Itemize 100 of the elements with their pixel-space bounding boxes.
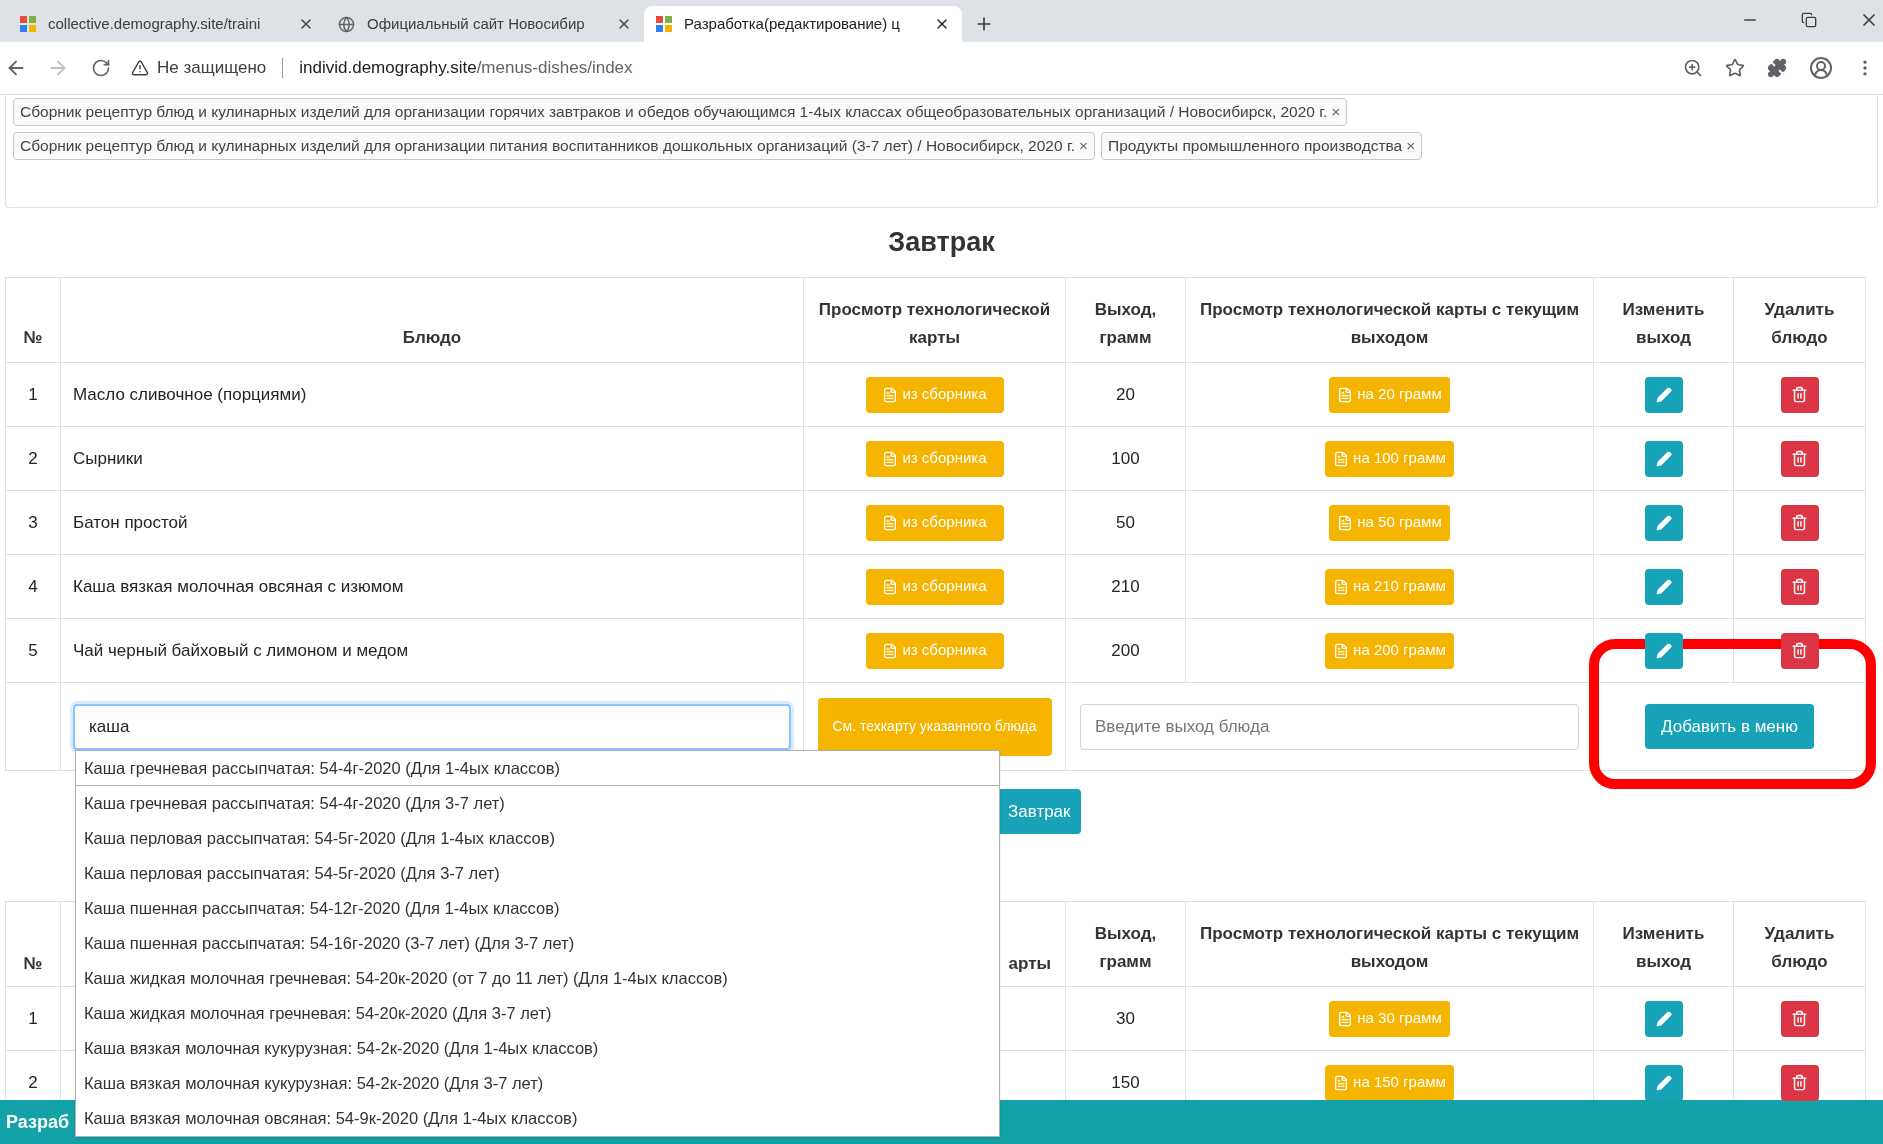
row-number: 5 xyxy=(5,618,61,683)
pencil-icon xyxy=(1655,386,1672,403)
trash-icon xyxy=(1791,450,1808,467)
column-header: Выход, грамм xyxy=(1065,901,1186,987)
delete-button[interactable] xyxy=(1780,376,1819,413)
edit-button[interactable] xyxy=(1644,504,1683,541)
tab-title: collective.demography.site/traini xyxy=(48,13,262,34)
tiles-icon xyxy=(20,16,36,32)
profile-icon[interactable] xyxy=(1809,56,1833,80)
edit-button[interactable] xyxy=(1644,1064,1683,1101)
tag-label: Продукты промышленного производства xyxy=(1108,136,1403,157)
tag-remove[interactable]: × xyxy=(1079,134,1089,158)
restore-icon[interactable] xyxy=(1801,12,1817,28)
output-cell: 20 xyxy=(1065,362,1186,427)
suggestion-item[interactable]: Каша вязкая молочная овсяная: 54-9к-2020 (Для 1-4ых классов) xyxy=(76,1101,999,1136)
dish-name: Батон простой xyxy=(60,490,804,555)
dish-name: Масло сливочное (порциями) xyxy=(60,362,804,427)
pencil-icon xyxy=(1655,1074,1672,1091)
suggestion-item[interactable]: Каша жидкая молочная гречневая: 54-20к-2020 (Для 3-7 лет) xyxy=(76,996,999,1031)
output-cell: 100 xyxy=(1065,426,1186,491)
row-number: 2 xyxy=(5,426,61,491)
column-header: Просмотр технологической карты с текущим выходом xyxy=(1185,901,1594,987)
pencil-icon xyxy=(1655,514,1672,531)
row-number: 1 xyxy=(5,362,61,427)
edit-button[interactable] xyxy=(1644,440,1683,477)
document-icon xyxy=(1333,450,1350,467)
delete-button[interactable] xyxy=(1780,1064,1819,1101)
column-header: № xyxy=(5,277,61,363)
delete-button[interactable] xyxy=(1780,1000,1819,1037)
dish-name: Чай черный байховый с лимоном и медом xyxy=(60,618,804,683)
suggestion-item[interactable]: Каша гречневая рассыпчатая: 54-4г-2020 (Для 3-7 лет) xyxy=(76,786,999,821)
pencil-icon xyxy=(1655,642,1672,659)
document-icon xyxy=(1337,386,1354,403)
pencil-icon xyxy=(1655,1010,1672,1027)
tag-label: Сборник рецептур блюд и кулинарных изделий для организации горячих завтраков и обедов обучающимся 1-4ых классах общеобразовательных организаций / Новосибирск, 2020 г. xyxy=(20,102,1328,123)
zoom-icon[interactable] xyxy=(1683,58,1703,78)
suggestion-item[interactable]: Каша вязкая молочная кукурузная: 54-2к-2020 (Для 1-4ых классов) xyxy=(76,1031,999,1066)
suggestion-item[interactable]: Каша перловая рассыпчатая: 54-5г-2020 (Для 3-7 лет) xyxy=(76,856,999,891)
delete-button[interactable] xyxy=(1780,504,1819,541)
tiles-icon xyxy=(656,16,672,32)
row-number: 4 xyxy=(5,554,61,619)
document-icon xyxy=(1333,578,1350,595)
edit-button[interactable] xyxy=(1644,632,1683,669)
browser-tab[interactable]: Разработка(редактирование) ц xyxy=(644,6,962,42)
suggestion-item[interactable]: Каша перловая рассыпчатая: 54-5г-2020 (Для 1-4ых классов) xyxy=(76,821,999,856)
pencil-icon xyxy=(1655,578,1672,595)
document-icon xyxy=(882,578,899,595)
column-header: Изменить выход xyxy=(1593,277,1734,363)
tab-title: Разработка(редактирование) ц xyxy=(684,13,901,34)
security-label: Не защищено xyxy=(157,57,267,80)
globe-icon xyxy=(338,15,355,33)
row-number: 3 xyxy=(5,490,61,555)
output-cell: 210 xyxy=(1065,554,1186,619)
browser-tab[interactable]: collective.demography.site/traini xyxy=(8,6,326,42)
document-icon xyxy=(1333,1074,1350,1091)
puzzle-icon[interactable] xyxy=(1767,58,1787,78)
document-icon xyxy=(882,386,899,403)
trash-icon xyxy=(1791,578,1808,595)
trash-icon xyxy=(1791,1074,1808,1091)
column-header: Удалить блюдо xyxy=(1733,277,1866,363)
column-header: Выход, грамм xyxy=(1065,277,1186,363)
tag-label: Сборник рецептур блюд и кулинарных изделий для организации питания воспитанников дошкольных организаций (3-7 лет) / Новосибирск, 2020 г. xyxy=(20,136,1075,157)
column-header: Просмотр технологической карты xyxy=(803,277,1066,363)
browser-tab[interactable]: Официальный сайт Новосибир xyxy=(326,6,644,42)
dish-search-field[interactable]: каша xyxy=(73,703,791,750)
url-text: individ.demography.site/menus-dishes/index xyxy=(299,57,633,80)
tag-remove[interactable]: × xyxy=(1331,100,1341,124)
delete-button[interactable] xyxy=(1780,440,1819,477)
edit-button[interactable] xyxy=(1644,376,1683,413)
delete-button[interactable] xyxy=(1780,568,1819,605)
output-cell: 30 xyxy=(1065,986,1186,1051)
column-header: Удалить блюдо xyxy=(1733,901,1866,987)
document-icon xyxy=(882,450,899,467)
trash-icon xyxy=(1791,1010,1808,1027)
edit-button[interactable] xyxy=(1644,568,1683,605)
trash-icon xyxy=(1791,642,1808,659)
column-header: Блюдо xyxy=(60,277,804,363)
trash-icon xyxy=(1791,514,1808,531)
column-header: Просмотр технологической карты с текущим выходом xyxy=(1185,277,1594,363)
star-icon[interactable] xyxy=(1725,58,1745,78)
document-icon xyxy=(1337,514,1354,531)
output-field[interactable]: Введите выход блюда xyxy=(1080,703,1579,750)
document-icon xyxy=(882,514,899,531)
suggestion-item[interactable]: Каша гречневая рассыпчатая: 54-4г-2020 (Для 1-4ых классов) xyxy=(76,751,999,786)
document-icon xyxy=(1337,1010,1354,1027)
row-number: 1 xyxy=(5,986,61,1051)
delete-button[interactable] xyxy=(1780,632,1819,669)
pencil-icon xyxy=(1655,450,1672,467)
edit-button[interactable] xyxy=(1644,1000,1683,1037)
suggestion-item[interactable]: Каша вязкая молочная кукурузная: 54-2к-2020 (Для 3-7 лет) xyxy=(76,1066,999,1101)
address-bar[interactable]: Не защищено individ.demography.site/menus-dishes/index xyxy=(131,48,633,88)
output-cell: 50 xyxy=(1065,490,1186,555)
document-icon xyxy=(1333,642,1350,659)
meal-title: Завтрак xyxy=(887,226,996,259)
trash-icon xyxy=(1791,386,1808,403)
tag-remove[interactable]: × xyxy=(1406,134,1416,158)
document-icon xyxy=(882,642,899,659)
output-cell: 200 xyxy=(1065,618,1186,683)
reload-icon[interactable] xyxy=(91,58,111,78)
warning-icon xyxy=(131,59,149,77)
